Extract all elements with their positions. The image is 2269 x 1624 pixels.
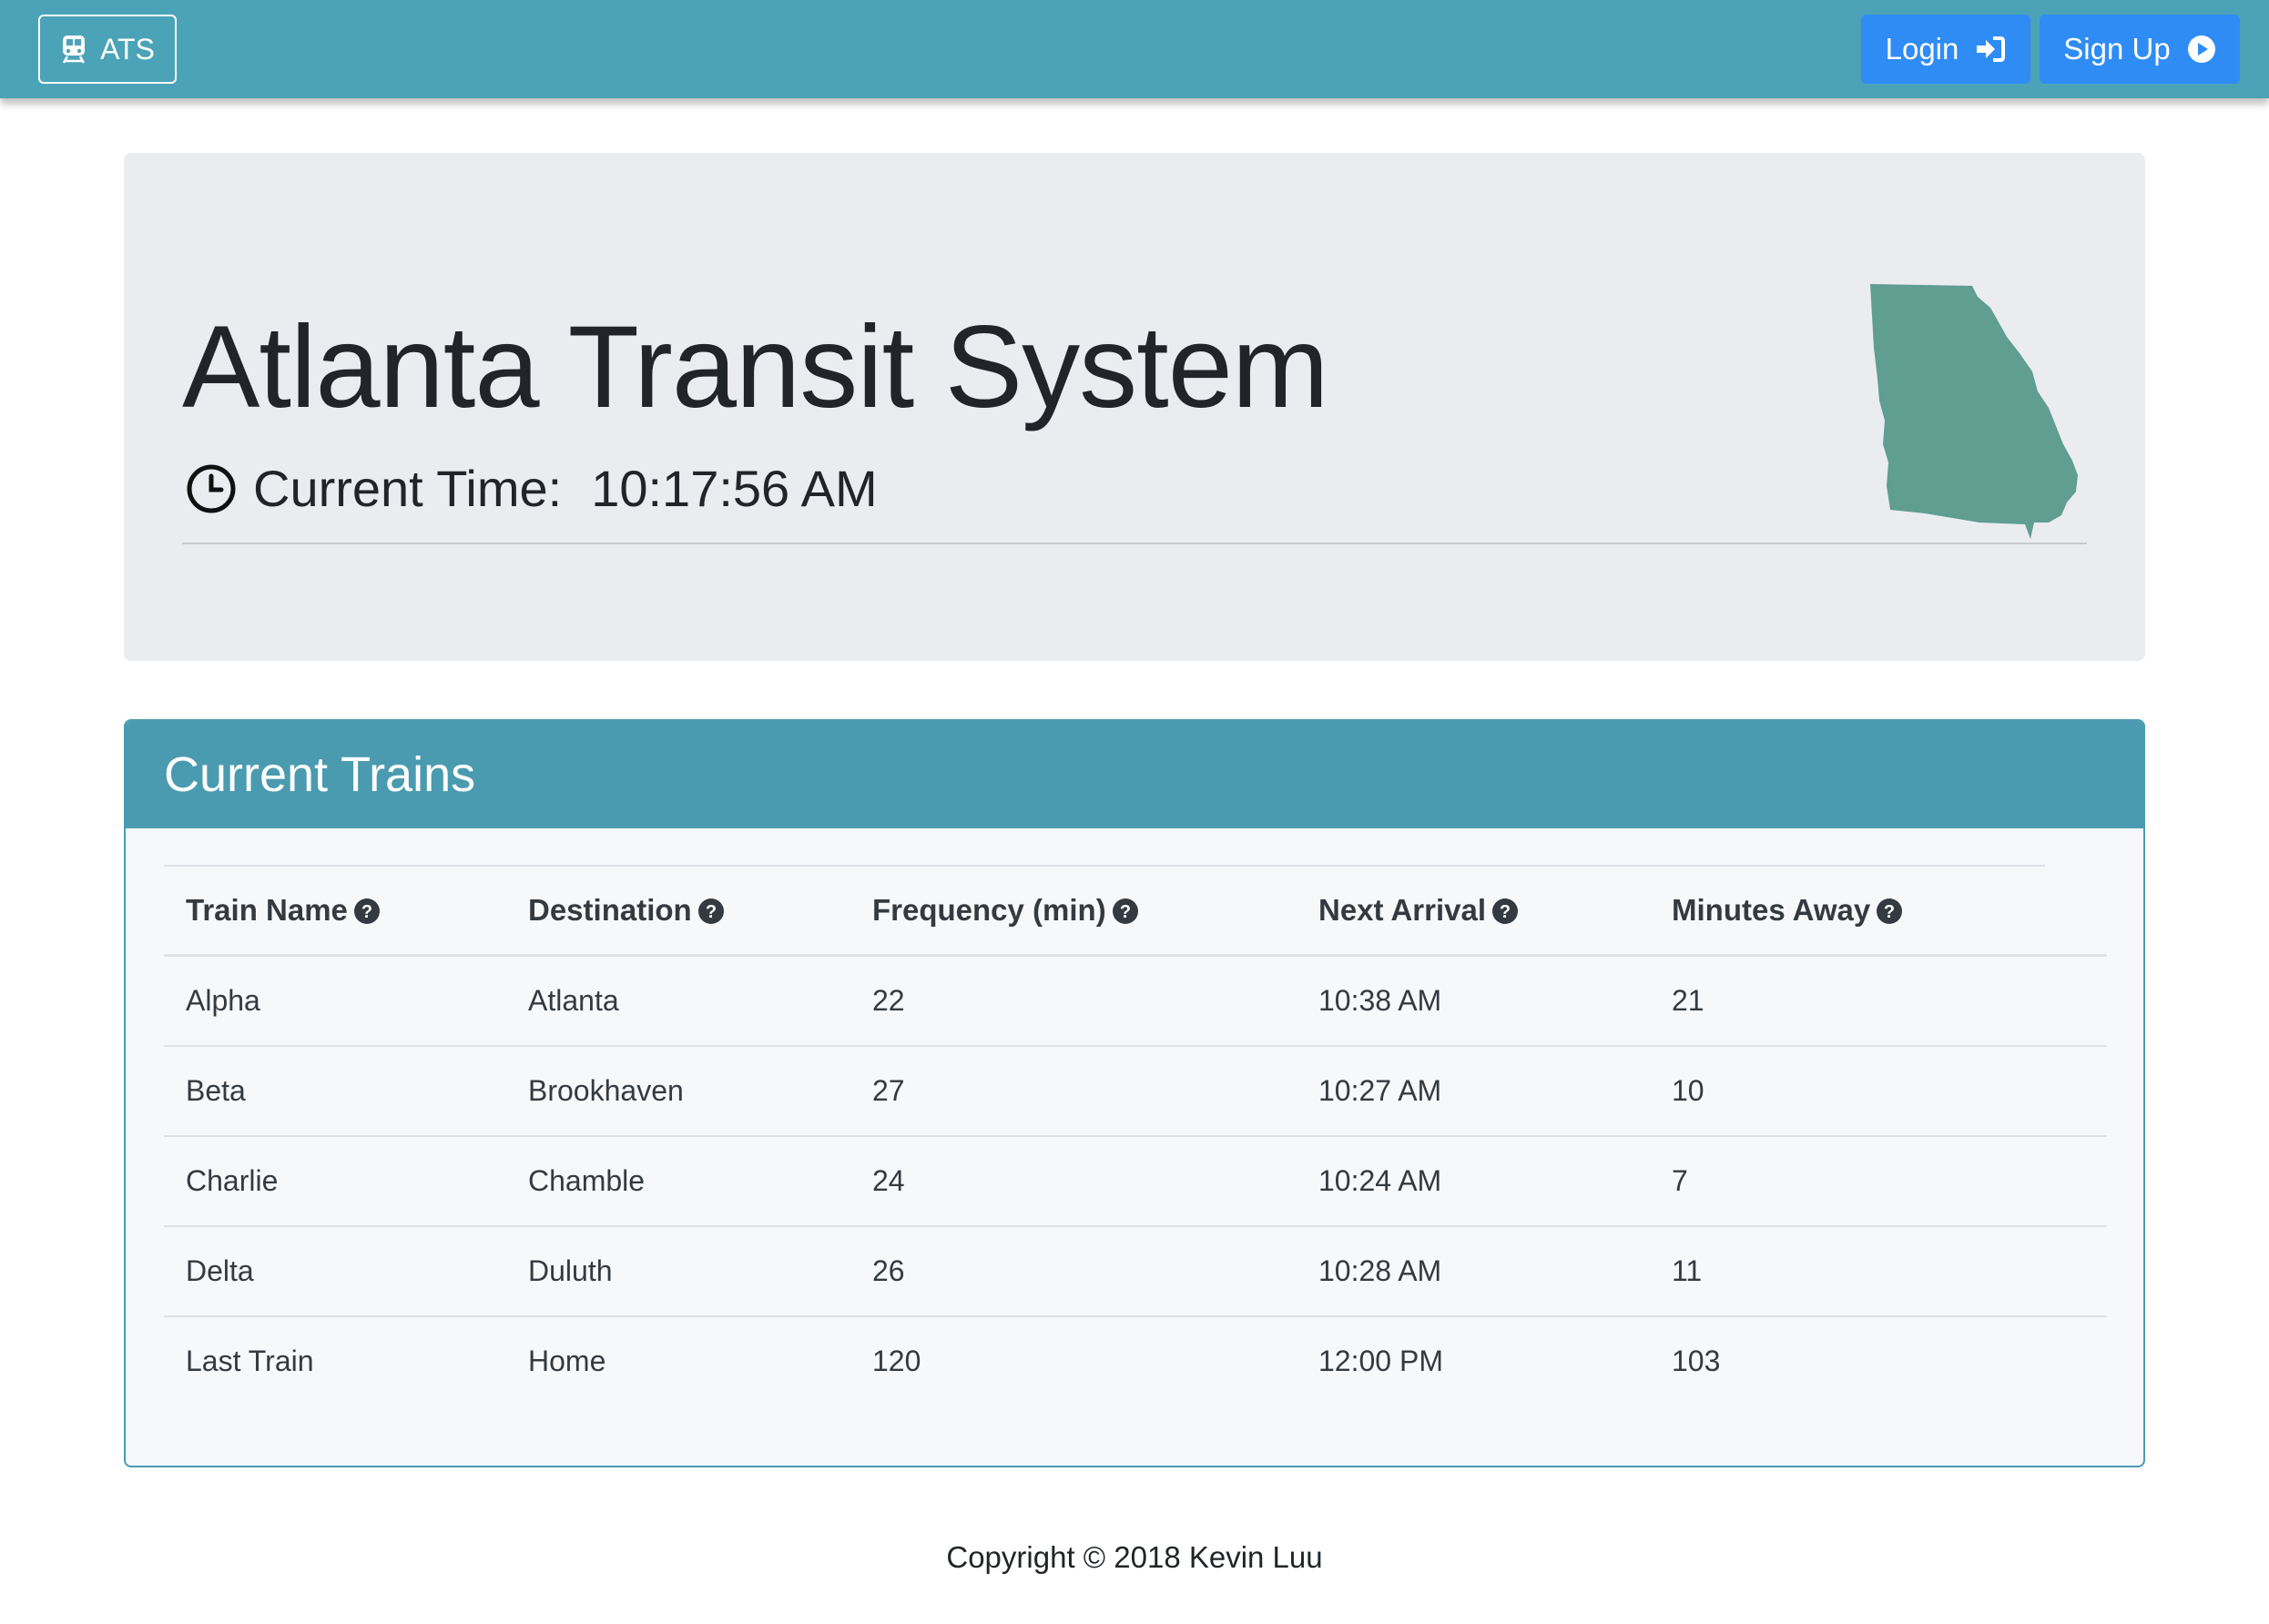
question-circle-icon[interactable]: ? (353, 898, 381, 925)
destination-cell: Duluth (506, 1226, 850, 1317)
login-label: Login (1885, 32, 1959, 66)
frequency-cell: 120 (872, 1345, 921, 1377)
signup-label: Sign Up (2063, 32, 2171, 66)
svg-text:?: ? (706, 902, 717, 922)
minutes-away-cell: 7 (1650, 1136, 2107, 1227)
svg-text:?: ? (1500, 902, 1511, 922)
hero-divider (182, 543, 2087, 544)
minutes-away-cell: 21 (1650, 955, 2107, 1047)
column-header-label: Next Arrival (1318, 893, 1487, 927)
question-circle-icon[interactable]: ? (1876, 898, 1903, 925)
train-icon (62, 36, 86, 64)
brand-label: ATS (100, 32, 155, 66)
svg-text:?: ? (1120, 902, 1131, 922)
question-circle-icon[interactable]: ? (697, 898, 725, 925)
table-row: Last Train Home 120 12:00 PM 103 (164, 1316, 2107, 1406)
question-circle-icon[interactable]: ? (1112, 898, 1139, 925)
svg-text:?: ? (1884, 902, 1895, 922)
table-row: Beta Brookhaven 27 10:27 AM 10 (164, 1046, 2107, 1137)
column-header: Frequency (min)? (850, 867, 1297, 957)
georgia-state-icon (1870, 284, 2078, 539)
card-title: Current Trains (126, 721, 2143, 828)
destination-cell: Atlanta (506, 955, 850, 1047)
hero-jumbotron: Atlanta Transit System Current Time: 10:… (124, 153, 2145, 661)
table-row: Delta Duluth 26 10:28 AM 11 (164, 1226, 2107, 1317)
train-name-cell: Alpha (164, 955, 506, 1047)
time-label: Current Time: (253, 460, 563, 517)
column-header-label: Minutes Away (1672, 893, 1871, 927)
train-name-cell: Beta (164, 1046, 506, 1137)
destination-cell: Home (528, 1345, 606, 1377)
train-name-cell: Last Train (186, 1345, 314, 1377)
navbar: ATS Login Sign Up (0, 0, 2269, 98)
table-row: Alpha Atlanta 22 10:38 AM 21 (164, 955, 2107, 1047)
next-arrival-cell: 12:00 PM (1318, 1345, 1443, 1377)
train-name-cell: Charlie (164, 1136, 506, 1227)
minutes-away-cell: 11 (1650, 1226, 2107, 1317)
next-arrival-cell: 10:38 AM (1297, 955, 1650, 1047)
brand-button[interactable]: ATS (38, 15, 177, 84)
svg-text:?: ? (361, 902, 372, 922)
current-trains-card: Current Trains Train Name? Destination? … (124, 719, 2145, 1467)
train-name-cell: Delta (164, 1226, 506, 1317)
sign-in-icon (1977, 36, 2006, 62)
column-header: Minutes Away? (1650, 867, 2107, 957)
frequency-cell: 22 (850, 955, 1297, 1047)
frequency-cell: 26 (850, 1226, 1297, 1317)
next-arrival-cell: 10:24 AM (1297, 1136, 1650, 1227)
login-button[interactable]: Login (1861, 15, 2030, 84)
column-header-label: Destination (528, 893, 692, 927)
column-header-label: Train Name (186, 893, 348, 927)
frequency-cell: 24 (850, 1136, 1297, 1227)
column-header: Destination? (506, 867, 850, 957)
destination-cell: Chamble (506, 1136, 850, 1227)
play-circle-icon (2187, 36, 2215, 63)
clock-icon (187, 464, 236, 513)
minutes-away-cell: 103 (1672, 1345, 1721, 1377)
trains-table: Train Name? Destination? Frequency (min)… (164, 867, 2107, 1406)
footer-copyright: Copyright © 2018 Kevin Luu (946, 1540, 1323, 1574)
next-arrival-cell: 10:27 AM (1297, 1046, 1650, 1137)
signup-button[interactable]: Sign Up (2040, 15, 2240, 84)
question-circle-icon[interactable]: ? (1491, 898, 1519, 925)
page-title: Atlanta Transit System (182, 302, 1328, 432)
column-header: Train Name? (164, 867, 506, 957)
minutes-away-cell: 10 (1650, 1046, 2107, 1137)
frequency-cell: 27 (850, 1046, 1297, 1137)
time-value: 10:17:56 AM (591, 460, 878, 517)
current-time: Current Time: 10:17:56 AM (186, 459, 878, 518)
destination-cell: Brookhaven (506, 1046, 850, 1137)
table-header-row: Train Name? Destination? Frequency (min)… (164, 867, 2107, 957)
column-header-label: Frequency (min) (872, 893, 1106, 927)
column-header: Next Arrival? (1297, 867, 1650, 957)
next-arrival-cell: 10:28 AM (1297, 1226, 1650, 1317)
table-row: Charlie Chamble 24 10:24 AM 7 (164, 1136, 2107, 1227)
